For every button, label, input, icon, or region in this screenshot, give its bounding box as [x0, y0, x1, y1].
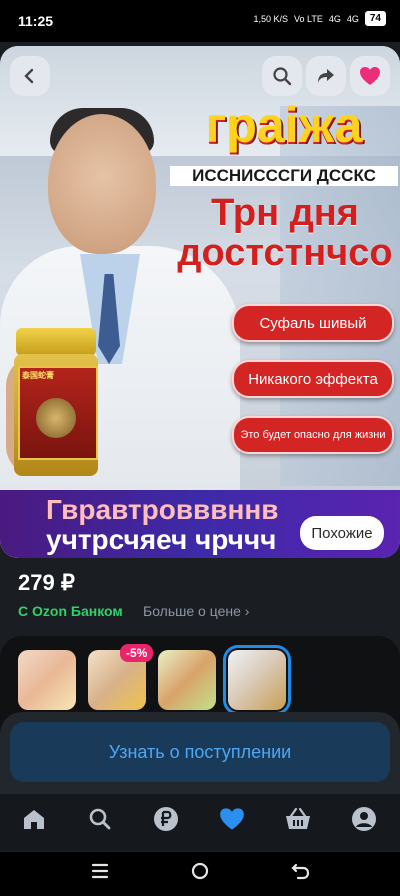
thumbnail-image: [18, 650, 76, 710]
heart-icon: [360, 67, 380, 85]
thumbnail-image: [158, 650, 216, 710]
signal-4g-1: 4G: [328, 13, 341, 24]
search-button[interactable]: [262, 56, 302, 96]
heart-icon: [220, 808, 244, 830]
profile-icon: [352, 807, 376, 831]
share-icon: [318, 69, 334, 83]
net-speed: 1,50 K/S: [253, 13, 288, 24]
home-icon: [24, 810, 44, 829]
ozon-bank-label[interactable]: С Ozon Банком: [18, 603, 123, 619]
circle-icon: [191, 862, 209, 880]
signal-4g-2: 4G: [346, 13, 359, 24]
battery-indicator: 74: [364, 11, 386, 26]
band-text-line1: Гвравтровввннв: [46, 494, 279, 525]
product-image[interactable]: 泰国蛇膏 граіжа ИССНИСССГИ ДССКС Трн дня дос…: [0, 46, 400, 558]
jar-label-text: 泰国蛇膏: [22, 371, 54, 380]
tab-favorites[interactable]: [215, 802, 249, 836]
notify-availability-button[interactable]: Узнать о поступлении: [10, 722, 390, 782]
claim-pill-2: Никакого эффекта: [232, 360, 394, 398]
share-button[interactable]: [306, 56, 346, 96]
home-system-button[interactable]: [185, 858, 215, 884]
volte-indicator: Vo LTE: [293, 13, 323, 24]
app-screen: 泰国蛇膏 граіжа ИССНИСССГИ ДССКС Трн дня дос…: [0, 42, 400, 852]
discount-badge: -5%: [120, 644, 154, 662]
tab-search[interactable]: [83, 802, 117, 836]
claim-pill-1: Суфаль шивый: [232, 304, 394, 342]
product-jar: 泰国蛇膏: [14, 328, 98, 476]
hero-days-line1: Трн дня: [211, 192, 359, 234]
tab-cart[interactable]: [281, 802, 315, 836]
ruble-icon: [154, 807, 178, 831]
band-text-line2: учтрсчяеч чрччч: [46, 524, 277, 555]
search-icon: [89, 808, 111, 830]
status-time: 11:25: [18, 13, 54, 29]
hero-days: Трн дня достстнчсо: [172, 192, 398, 274]
recent-apps-button[interactable]: [85, 858, 115, 884]
similar-button[interactable]: Похожие: [300, 516, 384, 550]
jar-emblem: [36, 398, 76, 438]
back-arrow-icon: [291, 863, 310, 880]
price: 279 ₽: [18, 570, 75, 595]
status-bar: 11:25 1,50 K/S Vo LTE 4G 4G 74: [0, 0, 400, 42]
tab-profile[interactable]: [347, 802, 381, 836]
favorite-button[interactable]: [350, 56, 390, 96]
doctor-face: [48, 114, 156, 254]
variant-thumbnail[interactable]: [158, 650, 216, 710]
chevron-left-icon: [24, 68, 34, 84]
hero-subtitle: ИССНИСССГИ ДССКС: [170, 166, 398, 186]
hero-days-line2: достстнчсо: [177, 231, 393, 274]
thumbnail-image: [228, 650, 286, 710]
search-icon: [273, 67, 292, 86]
back-system-button[interactable]: [285, 858, 315, 884]
hero-title: граіжа: [205, 97, 363, 153]
tab-finance[interactable]: [149, 802, 183, 836]
jar-lid: [16, 328, 96, 356]
basket-icon: [286, 807, 310, 829]
variant-thumbnail-selected[interactable]: [223, 645, 291, 715]
variant-thumbnail[interactable]: [18, 650, 76, 710]
tab-home[interactable]: [17, 802, 51, 836]
menu-icon: [91, 863, 109, 879]
status-icons: 1,50 K/S Vo LTE 4G 4G 74: [253, 11, 386, 26]
bottom-tab-bar: [0, 794, 400, 850]
claim-pill-3: Это будет опасно для жизни: [232, 416, 394, 454]
more-about-price-link[interactable]: Больше о цене ›: [143, 603, 249, 619]
back-button[interactable]: [10, 56, 50, 96]
